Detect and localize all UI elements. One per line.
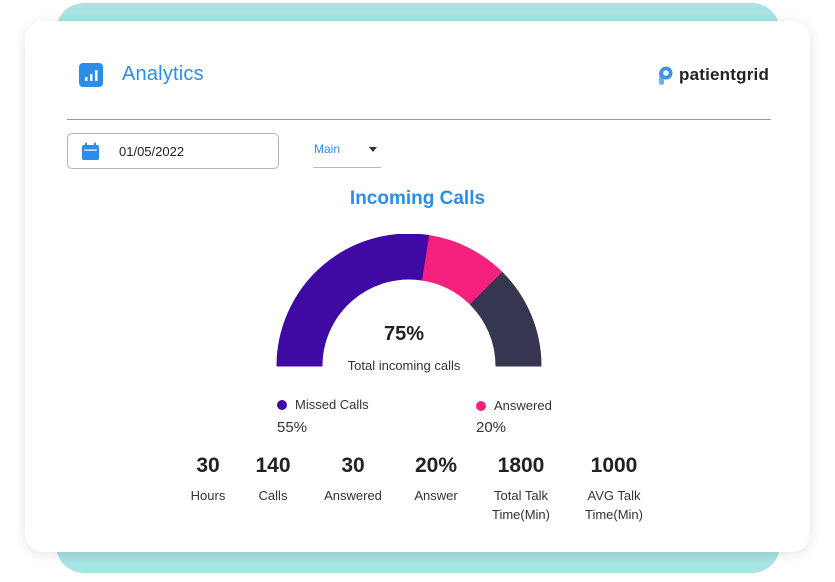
date-value: 01/05/2022: [119, 144, 185, 159]
legend-answered: Answered: [476, 398, 552, 413]
legend-dot-missed: [277, 399, 287, 410]
legend-missed-calls: Missed Calls: [277, 397, 369, 412]
legend-label-missed: Missed Calls: [295, 397, 369, 412]
stat-value: 1800: [497, 454, 545, 477]
bar-chart-icon: [79, 63, 103, 87]
date-field[interactable]: 01/05/2022: [67, 133, 279, 169]
stat-total-talk-time: 1800 Total Talk Time(Min): [481, 454, 561, 524]
gauge-segment-missed-calls: [276, 234, 431, 367]
incoming-calls-gauge: [276, 234, 542, 367]
brand-logo: patientgrid: [658, 64, 769, 86]
calendar-icon[interactable]: [81, 142, 100, 166]
legend-label-answered: Answered: [494, 398, 552, 413]
caret-down-icon[interactable]: [369, 147, 377, 152]
stat-label: Calls: [258, 488, 288, 503]
legend-value-missed: 55%: [277, 419, 308, 436]
stat-value: 20%: [414, 454, 458, 477]
header-divider: [67, 119, 771, 120]
stat-answer-rate: 20% Answer: [403, 454, 469, 505]
legend-value-answered: 20%: [476, 419, 507, 436]
patientgrid-logo-icon: [659, 66, 673, 85]
stat-hours: 30 Hours: [178, 454, 238, 505]
stat-answered: 30 Answered: [313, 454, 393, 505]
stat-value: 1000: [590, 454, 638, 477]
stat-label: AVG Talk Time(Min): [584, 488, 643, 522]
line-select[interactable]: Main: [313, 140, 381, 168]
chart-title: Incoming Calls: [349, 188, 486, 209]
stat-label: Answer: [414, 488, 458, 503]
stat-value: 30: [341, 454, 365, 477]
stat-calls: 140 Calls: [243, 454, 303, 505]
legend-dot-answered: [476, 400, 486, 411]
page-title: Analytics: [122, 63, 204, 85]
logo-text: patientgrid: [679, 65, 770, 84]
stat-label: Hours: [190, 488, 226, 503]
gauge-percentage: 75%: [383, 323, 425, 345]
select-value: Main: [314, 142, 341, 156]
gauge-label: Total incoming calls: [347, 358, 461, 373]
stat-label: Answered: [324, 488, 382, 503]
stat-avg-talk-time: 1000 AVG Talk Time(Min): [574, 454, 654, 524]
stat-label: Total Talk Time(Min): [491, 488, 550, 522]
stat-value: 140: [255, 454, 291, 477]
stat-value: 30: [196, 454, 220, 477]
